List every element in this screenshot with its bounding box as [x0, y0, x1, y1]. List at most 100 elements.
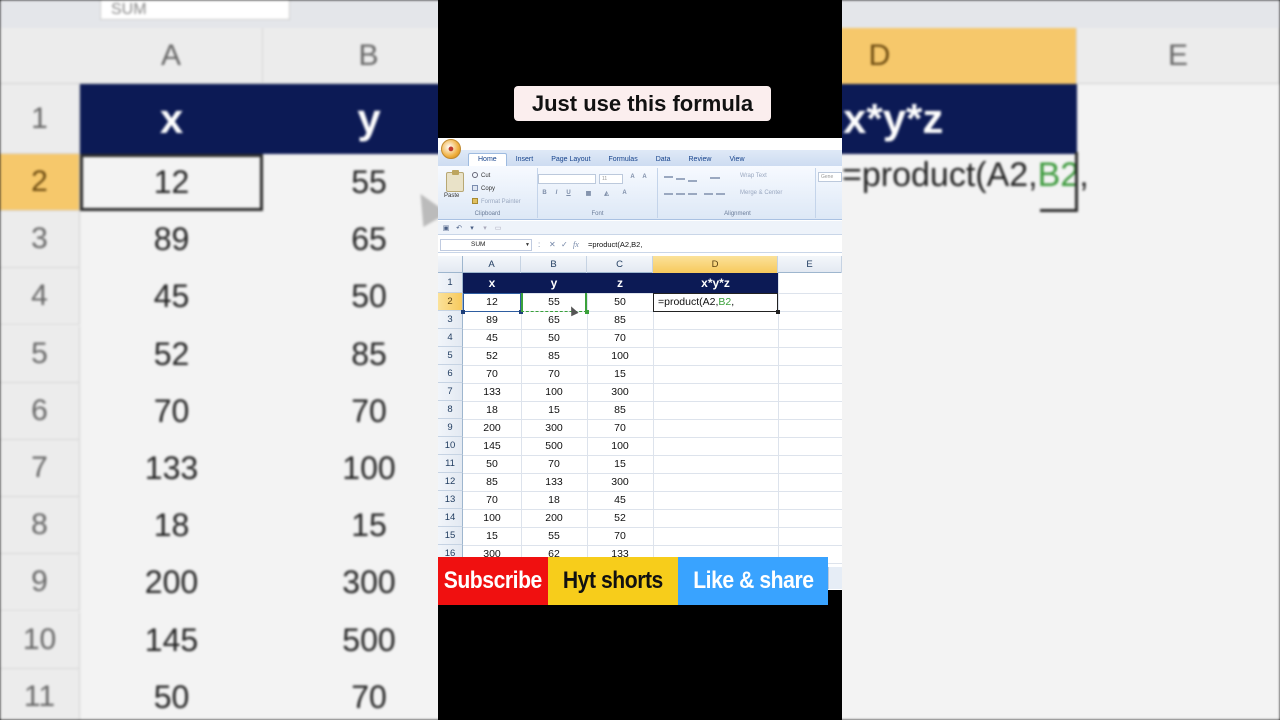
cut-button[interactable]: Cut: [472, 172, 490, 179]
cell-a6[interactable]: 70: [463, 365, 521, 383]
customize-icon[interactable]: ▾: [481, 224, 489, 232]
row-header-4[interactable]: 4: [438, 329, 463, 347]
tab-insert[interactable]: Insert: [507, 154, 543, 166]
cell-c12[interactable]: 300: [587, 473, 653, 491]
header-cell-b1[interactable]: y: [521, 273, 587, 293]
grow-font-icon[interactable]: A: [628, 174, 637, 182]
bold-icon[interactable]: B: [540, 190, 549, 198]
align-bottom-icon[interactable]: [688, 180, 697, 182]
row-header-7[interactable]: 7: [438, 383, 463, 401]
select-all-corner[interactable]: [438, 256, 463, 273]
cell-c9[interactable]: 70: [587, 419, 653, 437]
row-header-2[interactable]: 2: [438, 293, 463, 311]
row-header-11[interactable]: 11: [438, 455, 463, 473]
row-header-10[interactable]: 10: [438, 437, 463, 455]
borders-icon[interactable]: ▦: [584, 190, 593, 198]
cell-b10[interactable]: 500: [521, 437, 587, 455]
row-header-5[interactable]: 5: [438, 347, 463, 365]
like-share-button[interactable]: Like & share: [678, 557, 828, 605]
name-box[interactable]: SUM: [440, 239, 532, 251]
row-header-12[interactable]: 12: [438, 473, 463, 491]
cell-b12[interactable]: 133: [521, 473, 587, 491]
cell-a13[interactable]: 70: [463, 491, 521, 509]
cell-b14[interactable]: 200: [521, 509, 587, 527]
tab-home[interactable]: Home: [468, 153, 507, 166]
cell-c7[interactable]: 300: [587, 383, 653, 401]
cell-a12[interactable]: 85: [463, 473, 521, 491]
cell-b11[interactable]: 70: [521, 455, 587, 473]
header-cell-c1[interactable]: z: [587, 273, 653, 293]
row-header-6[interactable]: 6: [438, 365, 463, 383]
cell-b7[interactable]: 100: [521, 383, 587, 401]
expand-icon[interactable]: :: [538, 240, 540, 249]
tab-review[interactable]: Review: [680, 154, 721, 166]
confirm-entry-icon[interactable]: ✓: [561, 240, 568, 249]
save-icon[interactable]: ▣: [442, 224, 450, 232]
cell-b4[interactable]: 50: [521, 329, 587, 347]
paste-button[interactable]: Paste: [444, 193, 459, 199]
decrease-indent-icon[interactable]: [704, 193, 713, 195]
cell-a10[interactable]: 145: [463, 437, 521, 455]
cell-a15[interactable]: 15: [463, 527, 521, 545]
cell-c13[interactable]: 45: [587, 491, 653, 509]
shrink-font-icon[interactable]: A: [640, 174, 649, 182]
cell-c6[interactable]: 15: [587, 365, 653, 383]
italic-icon[interactable]: I: [552, 190, 561, 198]
header-cell-d1[interactable]: x*y*z: [653, 273, 778, 293]
align-center-icon[interactable]: [676, 193, 685, 195]
cell-c3[interactable]: 85: [587, 311, 653, 329]
cell-a4[interactable]: 45: [463, 329, 521, 347]
cell-a3[interactable]: 89: [463, 311, 521, 329]
font-color-icon[interactable]: A: [620, 190, 629, 198]
cell-c2[interactable]: 50: [587, 293, 653, 311]
row-header-8[interactable]: 8: [438, 401, 463, 419]
row-header-14[interactable]: 14: [438, 509, 463, 527]
cell-b8[interactable]: 15: [521, 401, 587, 419]
chevron-down-icon[interactable]: ▼: [525, 242, 530, 248]
redo-icon[interactable]: ▾: [468, 224, 476, 232]
subscribe-button[interactable]: Subscribe: [438, 557, 548, 605]
cell-c4[interactable]: 70: [587, 329, 653, 347]
row-header-9[interactable]: 9: [438, 419, 463, 437]
format-painter-button[interactable]: Format Painter: [472, 198, 521, 205]
cell-a14[interactable]: 100: [463, 509, 521, 527]
align-left-icon[interactable]: [664, 193, 673, 195]
align-right-icon[interactable]: [688, 193, 697, 195]
underline-icon[interactable]: U: [564, 190, 573, 198]
tab-page-layout[interactable]: Page Layout: [542, 154, 599, 166]
column-header-d[interactable]: D: [653, 256, 778, 273]
align-middle-icon[interactable]: [676, 178, 685, 180]
tab-formulas[interactable]: Formulas: [600, 154, 647, 166]
cell-a5[interactable]: 52: [463, 347, 521, 365]
column-header-b[interactable]: B: [521, 256, 587, 273]
fill-handle[interactable]: [776, 310, 780, 314]
merge-center-button[interactable]: Merge & Center: [740, 190, 782, 196]
cell-c10[interactable]: 100: [587, 437, 653, 455]
align-top-icon[interactable]: [664, 176, 673, 178]
column-header-c[interactable]: C: [587, 256, 653, 273]
tab-view[interactable]: View: [720, 154, 753, 166]
open-icon[interactable]: ▭: [494, 224, 502, 232]
cell-c5[interactable]: 100: [587, 347, 653, 365]
header-cell-a1[interactable]: x: [463, 273, 521, 293]
cell-b6[interactable]: 70: [521, 365, 587, 383]
cell-b13[interactable]: 18: [521, 491, 587, 509]
cell-c14[interactable]: 52: [587, 509, 653, 527]
editing-cell-d2[interactable]: =product(A2,B2,: [653, 293, 778, 312]
fill-color-icon[interactable]: ◭: [602, 190, 611, 198]
selection-handle[interactable]: [585, 310, 589, 314]
cell-c15[interactable]: 70: [587, 527, 653, 545]
cell-c8[interactable]: 85: [587, 401, 653, 419]
increase-indent-icon[interactable]: [716, 193, 725, 195]
row-header-3[interactable]: 3: [438, 311, 463, 329]
copy-button[interactable]: Copy: [472, 185, 495, 192]
font-size-select[interactable]: 11: [599, 174, 623, 184]
undo-icon[interactable]: ↶: [455, 224, 463, 232]
cell-a11[interactable]: 50: [463, 455, 521, 473]
cell-b15[interactable]: 55: [521, 527, 587, 545]
cell-a8[interactable]: 18: [463, 401, 521, 419]
insert-function-icon[interactable]: fx: [573, 240, 579, 249]
number-format-select[interactable]: Gene: [818, 172, 842, 182]
cell-b5[interactable]: 85: [521, 347, 587, 365]
tab-data[interactable]: Data: [647, 154, 680, 166]
